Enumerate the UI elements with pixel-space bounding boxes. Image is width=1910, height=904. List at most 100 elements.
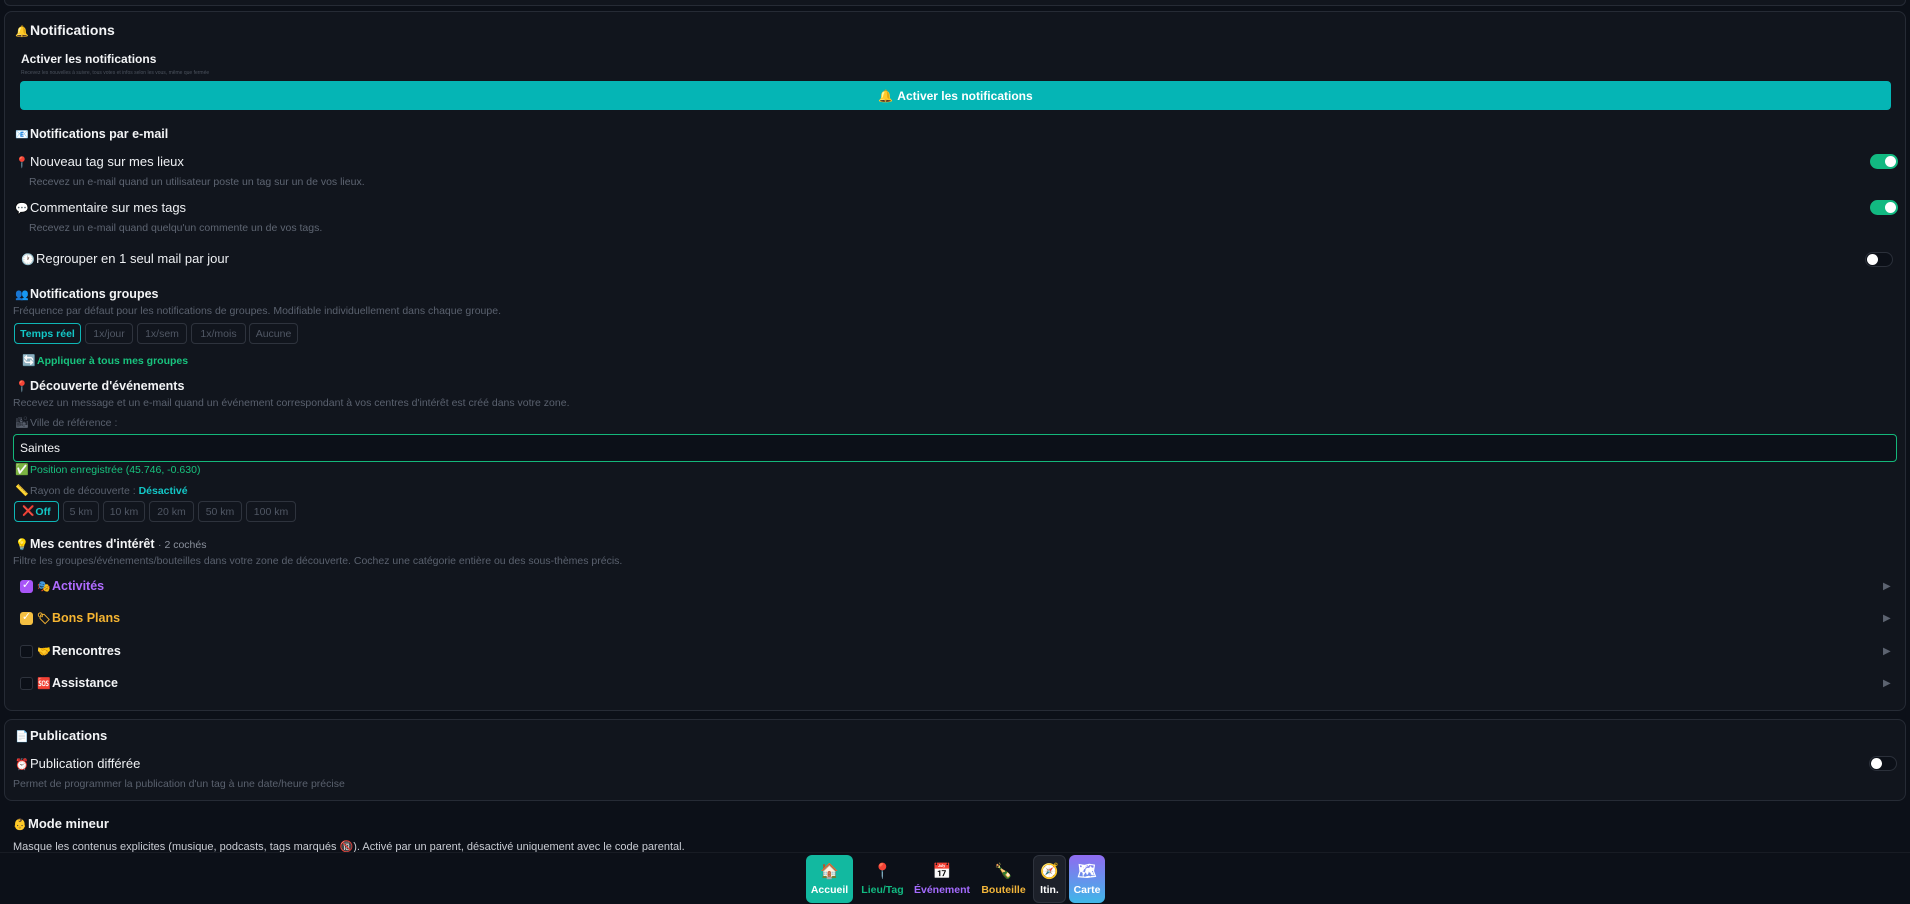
expand-arrow-icon[interactable]: ▶	[1883, 613, 1891, 624]
radius-option-label: Off	[35, 505, 51, 518]
nav-bouteille[interactable]: 🍾 Bouteille	[977, 855, 1030, 903]
nav-lieu-tag[interactable]: 📍 Lieu/Tag	[857, 855, 908, 903]
expand-arrow-icon[interactable]: ▶	[1883, 581, 1891, 592]
email-section-title: Notifications par e-mail	[30, 127, 169, 141]
email-icon: 📧	[15, 129, 29, 141]
minor-mode-title: Mode mineur	[28, 816, 109, 831]
interests-description: Filtre les groupes/événements/bouteilles…	[13, 555, 623, 567]
pin-icon: 📍	[15, 381, 29, 393]
radius-option[interactable]: 10 km	[103, 501, 145, 522]
category-label: Bons Plans	[52, 611, 121, 625]
nav-carte[interactable]: 🗺 Carte	[1069, 855, 1105, 903]
nav-label: Événement	[913, 884, 971, 896]
nav-itineraire[interactable]: 🧭 Itin.	[1033, 855, 1066, 903]
frequency-option[interactable]: 1x/sem	[137, 323, 187, 344]
email-option-comment: 💬Commentaire sur mes tags	[15, 200, 186, 215]
frequency-option[interactable]: 1x/mois	[191, 323, 246, 344]
notifications-title: Notifications	[30, 22, 115, 38]
nav-label: Itin.	[1040, 884, 1059, 896]
city-label: 🏙Ville de référence :	[15, 416, 117, 429]
groups-description: Fréquence par défaut pour les notificati…	[13, 305, 501, 317]
frequency-option[interactable]: Temps réel	[14, 323, 81, 344]
category-row-rencontres[interactable]: 🤝Rencontres	[37, 644, 121, 658]
category-label: Assistance	[52, 676, 119, 690]
city-icon: 🏙	[15, 417, 29, 429]
frequency-option[interactable]: Aucune	[249, 323, 298, 344]
discovery-section-title: Découverte d'événements	[30, 379, 185, 393]
push-title: Activer les notifications	[21, 52, 157, 66]
radius-option[interactable]: 50 km	[198, 501, 242, 522]
email-option-label: Commentaire sur mes tags	[30, 200, 187, 215]
discovery-description: Recevez un message et un e-mail quand un…	[13, 397, 570, 409]
toggle-knob	[1885, 156, 1896, 167]
tag-icon: 🏷	[37, 613, 51, 625]
position-status: ✅Position enregistrée (45.746, -0.630)	[15, 463, 200, 476]
handshake-icon: 🤝	[37, 646, 51, 658]
radius-option-off[interactable]: ❌ Off	[14, 501, 59, 522]
notifications-card	[4, 11, 1906, 711]
position-text: Position enregistrée (45.746, -0.630)	[30, 464, 201, 476]
apply-label: Appliquer à tous mes groupes	[37, 355, 189, 367]
toggle-knob	[1867, 254, 1878, 265]
previous-card-edge	[4, 0, 1906, 6]
city-input[interactable]: Saintes	[13, 434, 1897, 462]
checkmark-icon: ✓	[21, 611, 32, 623]
expand-arrow-icon[interactable]: ▶	[1883, 646, 1891, 657]
refresh-icon: 🔄	[22, 355, 36, 367]
nav-evenement[interactable]: 📅 Événement	[911, 855, 973, 903]
radius-option[interactable]: 5 km	[63, 501, 99, 522]
enable-notifications-label: Activer les notifications	[897, 88, 1033, 103]
bottom-navigation: 🏠 Accueil 📍 Lieu/Tag 📅 Événement 🍾 Boute…	[0, 852, 1910, 904]
notifications-heading: 🔔Notifications	[15, 22, 115, 38]
digest-toggle[interactable]	[1865, 252, 1893, 267]
category-checkbox[interactable]	[20, 645, 33, 658]
radius-option[interactable]: 100 km	[246, 501, 296, 522]
compass-icon: 🧭	[1040, 863, 1059, 880]
new-tag-email-toggle[interactable]	[1870, 154, 1898, 169]
check-icon: ✅	[15, 464, 29, 476]
email-option-description: Recevez un e-mail quand un utilisateur p…	[29, 176, 365, 188]
pin-icon: 📍	[873, 863, 892, 880]
house-icon: 🏠	[820, 863, 839, 880]
nav-label: Accueil	[810, 884, 849, 896]
nav-label: Lieu/Tag	[861, 884, 904, 896]
delayed-publication-label: Publication différée	[30, 756, 141, 771]
category-row-bons-plans[interactable]: 🏷Bons Plans	[37, 611, 120, 625]
cross-icon: ❌	[22, 506, 35, 517]
email-option-description: Recevez un e-mail quand quelqu'un commen…	[29, 222, 323, 234]
minor-mode-heading: 👶Mode mineur	[13, 816, 109, 831]
pin-icon: 📍	[15, 157, 29, 169]
interests-count: · 2 cochés	[158, 539, 207, 551]
checkmark-icon: ✓	[21, 579, 32, 591]
category-label: Rencontres	[52, 644, 121, 658]
digest-option: 🕐Regrouper en 1 seul mail par jour	[21, 251, 229, 266]
email-option-new-tag: 📍Nouveau tag sur mes lieux	[15, 154, 184, 169]
apply-to-all-groups-link[interactable]: 🔄Appliquer à tous mes groupes	[22, 354, 188, 367]
nav-label: Bouteille	[981, 884, 1026, 896]
radius-option[interactable]: 20 km	[149, 501, 194, 522]
category-row-assistance[interactable]: 🆘Assistance	[37, 676, 118, 690]
clock-icon: 🕐	[21, 254, 35, 266]
map-icon: 🗺	[1077, 863, 1097, 880]
email-section-heading: 📧Notifications par e-mail	[15, 127, 168, 141]
expand-arrow-icon[interactable]: ▶	[1883, 678, 1891, 689]
category-checkbox[interactable]: ✓	[20, 579, 33, 593]
speech-bubble-icon: 💬	[15, 203, 29, 215]
delayed-publication-toggle[interactable]	[1869, 756, 1897, 771]
category-checkbox[interactable]: ✓	[20, 611, 33, 625]
category-row-activites[interactable]: 🎭Activités	[37, 579, 104, 593]
delayed-publication-option: ⏰Publication différée	[15, 756, 140, 771]
category-label: Activités	[52, 579, 105, 593]
frequency-option[interactable]: 1x/jour	[85, 323, 133, 344]
bell-icon: 🔔	[15, 26, 29, 38]
category-checkbox[interactable]	[20, 677, 33, 690]
delayed-publication-description: Permet de programmer la publication d'un…	[13, 778, 345, 790]
publications-heading: 📄Publications	[15, 728, 107, 743]
nav-accueil[interactable]: 🏠 Accueil	[806, 855, 853, 903]
enable-notifications-button[interactable]: 🔔 Activer les notifications	[20, 81, 1891, 110]
lightbulb-icon: 💡	[15, 539, 29, 551]
radius-label: 📏Rayon de découverte : Désactivé	[15, 484, 188, 497]
comment-email-toggle[interactable]	[1870, 200, 1898, 215]
toggle-knob	[1885, 202, 1896, 213]
publications-title: Publications	[30, 728, 108, 743]
